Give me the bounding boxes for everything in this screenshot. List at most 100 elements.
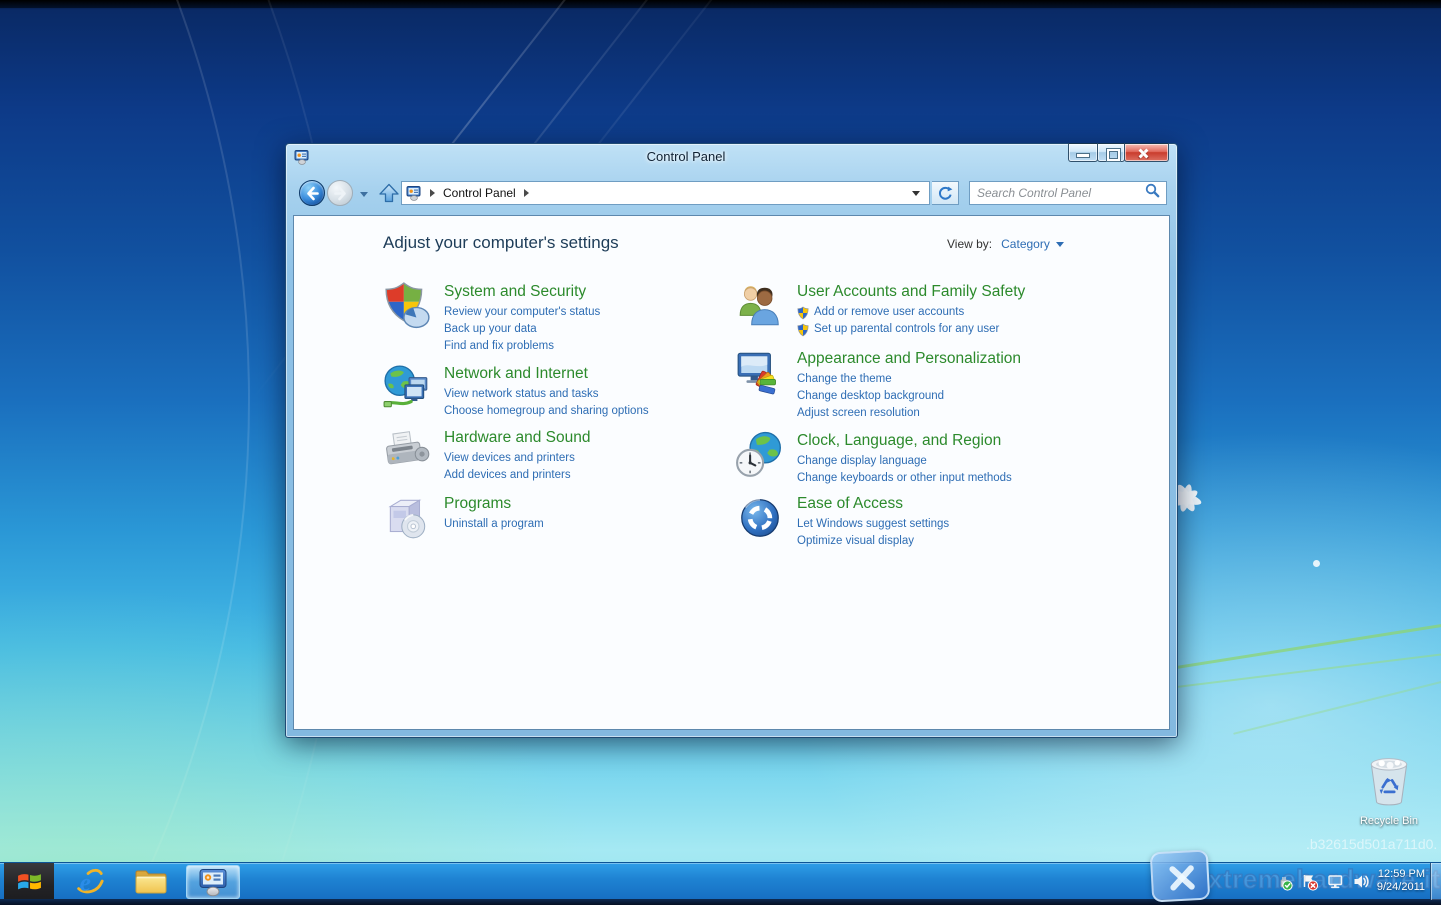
- wallpaper-dot: [1313, 560, 1320, 567]
- category-title[interactable]: Ease of Access: [797, 494, 949, 513]
- category-link[interactable]: Add devices and printers: [444, 467, 591, 484]
- category-link[interactable]: Optimize visual display: [797, 533, 949, 550]
- category-link[interactable]: Choose homegroup and sharing options: [444, 403, 649, 420]
- category-link[interactable]: Change display language: [797, 453, 1012, 470]
- category-link[interactable]: Change keyboards or other input methods: [797, 470, 1012, 487]
- system-tray: [1274, 863, 1371, 900]
- page-title: Adjust your computer's settings: [383, 233, 619, 253]
- recycle-bin-shortcut[interactable]: Recycle Bin: [1356, 755, 1422, 827]
- category-user-accounts: User Accounts and Family Safety: [735, 280, 1025, 338]
- refresh-icon: [937, 185, 953, 201]
- internet-explorer-button[interactable]: e: [62, 865, 116, 899]
- view-by-dropdown[interactable]: Category: [1001, 237, 1064, 251]
- category-link[interactable]: View devices and printers: [444, 450, 591, 467]
- maximize-button[interactable]: [1097, 143, 1125, 162]
- titlebar[interactable]: Control Panel: [286, 144, 1177, 171]
- build-watermark: .b32615d501a711d0.: [1306, 836, 1437, 852]
- folder-icon: [134, 868, 168, 896]
- category-link[interactable]: Change desktop background: [797, 388, 1021, 405]
- category-link[interactable]: Let Windows suggest settings: [797, 516, 949, 533]
- search-box: [969, 181, 1167, 205]
- svg-text:e: e: [80, 868, 91, 896]
- category-link[interactable]: Adjust screen resolution: [797, 405, 1021, 422]
- breadcrumb-separator-icon[interactable]: [524, 189, 529, 197]
- control-panel-window: Control Panel: [285, 143, 1178, 738]
- start-button[interactable]: [4, 863, 54, 900]
- search-icon[interactable]: [1145, 183, 1160, 203]
- navigation-bar: Control Panel: [286, 171, 1177, 215]
- category-title[interactable]: Clock, Language, and Region: [797, 431, 1012, 450]
- desktop: Control Panel: [0, 0, 1441, 905]
- category-link[interactable]: View network status and tasks: [444, 386, 649, 403]
- hardware-sound-icon[interactable]: [382, 427, 432, 484]
- windows-logo-icon: [16, 868, 43, 895]
- category-network-and-internet: Network and Internet View network status…: [382, 362, 649, 420]
- show-desktop-button[interactable]: [1430, 863, 1441, 900]
- control-panel-icon: [198, 867, 228, 897]
- category-link-label: Set up parental controls for any user: [814, 321, 999, 338]
- back-arrow-icon: [304, 185, 321, 202]
- category-title[interactable]: Network and Internet: [444, 364, 649, 383]
- back-button[interactable]: [299, 180, 325, 206]
- volume-icon[interactable]: [1352, 872, 1371, 891]
- search-input[interactable]: [970, 186, 1145, 200]
- appearance-personalization-icon[interactable]: [735, 348, 785, 422]
- window-title: Control Panel: [286, 149, 1086, 164]
- address-bar[interactable]: Control Panel: [401, 181, 930, 205]
- breadcrumb-control-panel[interactable]: Control Panel: [443, 186, 516, 200]
- uac-shield-icon: [797, 323, 809, 337]
- close-button[interactable]: [1124, 143, 1169, 162]
- user-accounts-icon[interactable]: [735, 281, 785, 338]
- category-system-and-security: System and Security Review your computer…: [382, 280, 600, 355]
- clock-time: 12:59 PM: [1377, 868, 1425, 881]
- category-title[interactable]: System and Security: [444, 282, 600, 301]
- category-link-label: Add or remove user accounts: [814, 304, 964, 321]
- internet-explorer-icon: e: [73, 866, 105, 898]
- action-center-flag-icon[interactable]: [1300, 872, 1319, 891]
- ease-of-access-icon[interactable]: [735, 493, 785, 550]
- chevron-down-icon: [1056, 242, 1064, 247]
- category-link[interactable]: Add or remove user accounts: [797, 304, 1025, 321]
- forward-button[interactable]: [327, 180, 353, 206]
- category-hardware-and-sound: Hardware and Sound View devices and prin…: [382, 426, 591, 484]
- address-location-icon: [406, 185, 422, 201]
- minimize-button[interactable]: [1068, 143, 1098, 162]
- network-icon[interactable]: [1326, 872, 1345, 891]
- category-link[interactable]: Back up your data: [444, 321, 600, 338]
- up-arrow-icon: [378, 182, 400, 204]
- view-by-value: Category: [1001, 237, 1050, 251]
- category-title[interactable]: Programs: [444, 494, 544, 513]
- category-ease-of-access: Ease of Access Let Windows suggest setti…: [735, 492, 949, 550]
- category-programs: Programs Uninstall a program: [382, 492, 544, 548]
- category-clock-language-region: Clock, Language, and Region Change displ…: [735, 429, 1012, 487]
- programs-icon[interactable]: [382, 493, 432, 548]
- category-link[interactable]: Review your computer's status: [444, 304, 600, 321]
- category-link[interactable]: Find and fix problems: [444, 338, 600, 355]
- recycle-bin-label: Recycle Bin: [1356, 815, 1422, 827]
- system-security-icon[interactable]: [382, 281, 432, 355]
- category-link[interactable]: Change the theme: [797, 371, 1021, 388]
- refresh-button[interactable]: [932, 181, 959, 205]
- control-panel-taskbar-button[interactable]: [186, 865, 240, 899]
- clock-date: 9/24/2011: [1377, 881, 1425, 894]
- network-internet-icon[interactable]: [382, 363, 432, 420]
- category-link[interactable]: Set up parental controls for any user: [797, 321, 1025, 338]
- breadcrumb-separator-icon[interactable]: [430, 189, 435, 197]
- control-panel-content: Adjust your computer's settings View by:…: [293, 215, 1170, 730]
- file-explorer-button[interactable]: [124, 865, 178, 899]
- forward-arrow-icon: [332, 185, 349, 202]
- recent-pages-chevron[interactable]: [360, 192, 368, 197]
- category-title[interactable]: Appearance and Personalization: [797, 349, 1021, 368]
- category-title[interactable]: User Accounts and Family Safety: [797, 282, 1025, 301]
- recycle-bin-icon: [1364, 755, 1414, 809]
- view-by-label: View by:: [947, 237, 992, 251]
- safely-remove-hardware-icon[interactable]: [1274, 872, 1293, 891]
- site-watermark-logo: [1150, 850, 1211, 903]
- uac-shield-icon: [797, 306, 809, 320]
- up-button[interactable]: [378, 182, 400, 204]
- taskbar-clock[interactable]: 12:59 PM 9/24/2011: [1377, 868, 1425, 894]
- category-title[interactable]: Hardware and Sound: [444, 428, 591, 447]
- category-link[interactable]: Uninstall a program: [444, 516, 544, 533]
- address-dropdown-icon[interactable]: [912, 191, 920, 196]
- clock-language-region-icon[interactable]: [735, 430, 785, 487]
